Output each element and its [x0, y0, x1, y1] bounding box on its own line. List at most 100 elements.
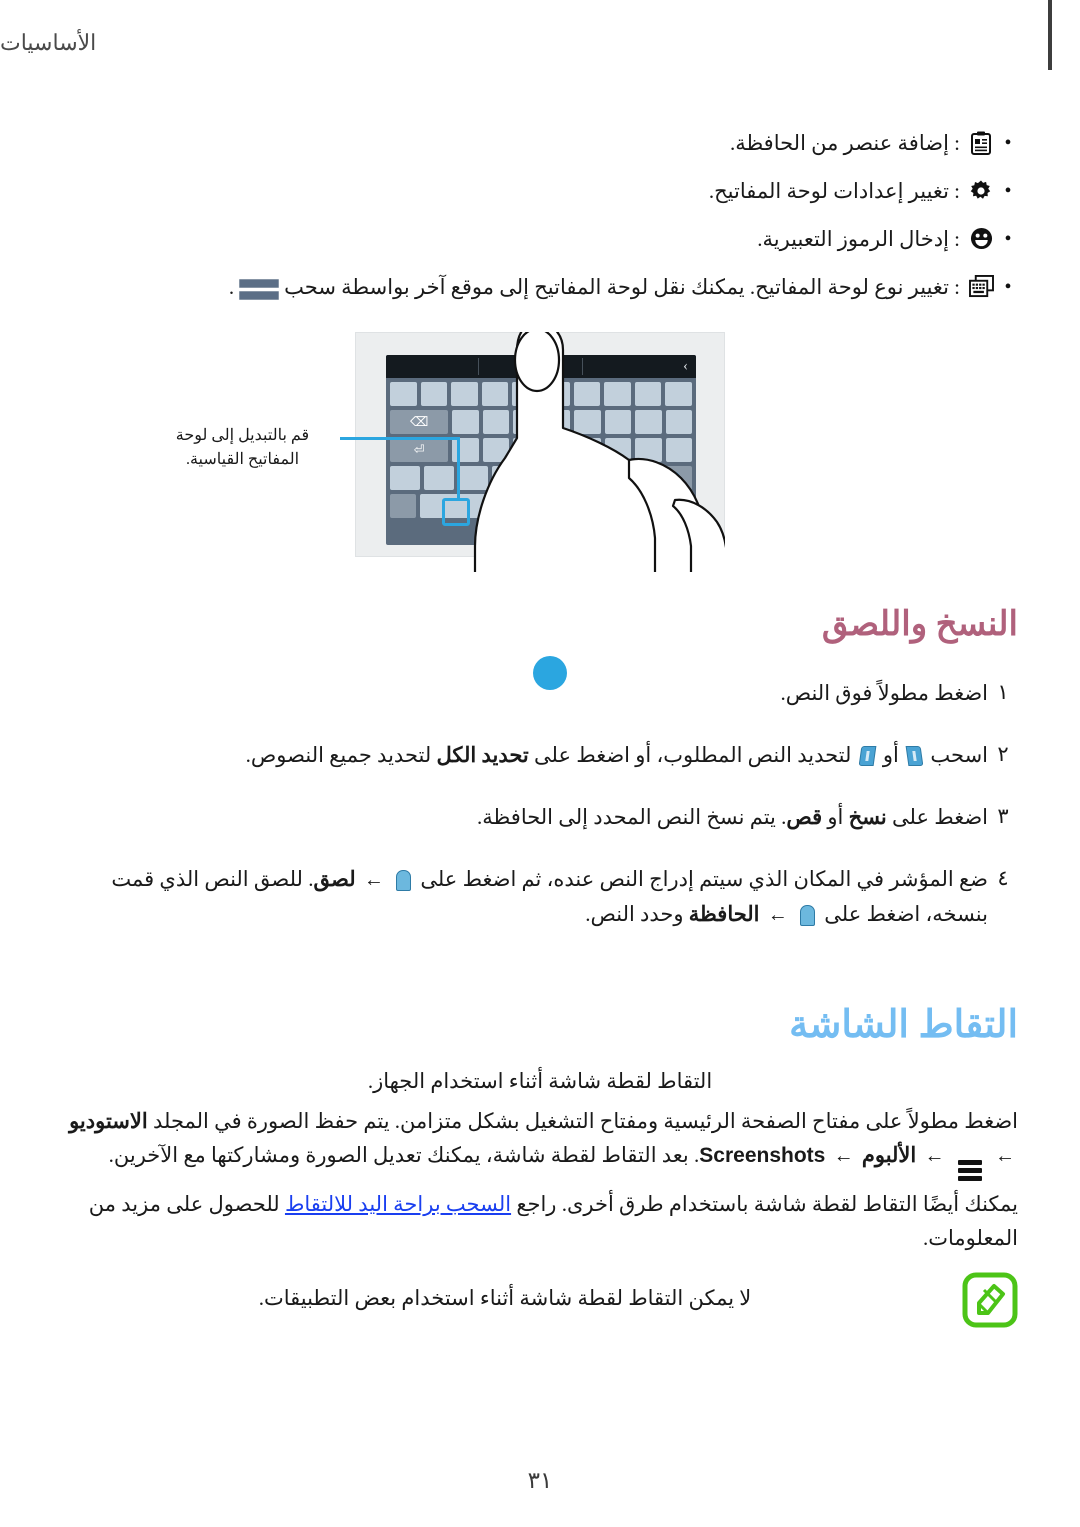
enter-icon: ⏎	[413, 442, 425, 457]
key	[543, 438, 571, 462]
step-text: اضغط على نسخ أو قص. يتم نسخ النص المحدد …	[70, 800, 988, 834]
key	[636, 494, 663, 518]
keyboard-type-key-highlight	[442, 498, 470, 526]
step-text: ضع المؤشر في المكان الذي سيتم إدراج النص…	[70, 862, 988, 932]
keyboard-type-key: ⌨	[606, 494, 633, 518]
gear-icon	[966, 176, 996, 203]
step-text-part: أو	[882, 743, 899, 767]
note-callout: لا يمكن التقاط لقطة شاشة أثناء استخدام ب…	[62, 1272, 1018, 1328]
shift-arrow-icon: ⬆	[671, 470, 683, 485]
manual-page: الأساسيات • : إضافة عنصر من الحافظة. •:…	[0, 0, 1080, 1527]
list-item-label: : تغيير نوع لوحة المفاتيح. يمكنك نقل لوح…	[80, 272, 960, 303]
instruction-text-part: اضغط مطولاً على مفتاح الصفحة الرئيسية وم…	[152, 1109, 1018, 1133]
arrow-icon: ←	[833, 1145, 854, 1167]
paste-label: لصق	[313, 867, 356, 891]
key	[594, 466, 624, 490]
screen-capture-intro: التقاط لقطة شاشة أثناء استخدام الجهاز.	[367, 1069, 713, 1093]
heading-screen-capture: التقاط الشاشة	[789, 1004, 1018, 1046]
key	[574, 438, 601, 462]
onscreen-keyboard: › ⌫ ⏎ ⬆ ⌨	[386, 355, 696, 545]
key	[526, 466, 556, 490]
selection-handle-right-icon	[905, 746, 924, 766]
key	[604, 438, 632, 462]
list-item-text-after: .	[228, 275, 235, 299]
arrow-icon: ←	[363, 869, 384, 891]
cursor-pin-icon	[800, 905, 816, 926]
key	[665, 410, 692, 434]
suggestion-bar: ›	[386, 355, 696, 378]
key	[666, 494, 692, 518]
key	[482, 410, 510, 434]
note-pencil-icon	[962, 1272, 1018, 1328]
backspace-icon: ⌫	[409, 414, 429, 429]
key	[635, 410, 662, 434]
key	[574, 410, 601, 434]
emoji-icon	[966, 224, 996, 250]
key-row: ⌫	[386, 406, 696, 434]
step-text-part: ضع المؤشر في المكان الذي سيتم إدراج النص…	[420, 867, 988, 891]
key	[604, 382, 631, 406]
key-row	[386, 378, 696, 406]
album-label: الألبوم	[861, 1143, 917, 1167]
key-rows: ⌫ ⏎ ⬆ ⌨	[386, 378, 696, 518]
cursor-pin-icon	[396, 870, 412, 891]
key-row: ⬆	[386, 462, 696, 490]
arrow-icon: ←	[767, 904, 788, 926]
screen-capture-body: التقاط لقطة شاشة أثناء استخدام الجهاز. ا…	[0, 1064, 1080, 1261]
key	[452, 410, 479, 434]
screenshots-folder-label: Screenshots	[699, 1144, 826, 1167]
list-item-label: : إدخال الرموز التعبيرية.	[757, 227, 960, 251]
list-item: • : تغيير نوع لوحة المفاتيح. يمكنك نقل ل…	[80, 272, 1018, 303]
callout-connector-horizontal	[340, 437, 460, 440]
list-item: ١ اضغط مطولاً فوق النص.	[70, 676, 1018, 710]
chevron-right-icon: ›	[683, 358, 688, 374]
key	[628, 466, 658, 490]
heading-copy-paste: النسخ واللصق	[821, 606, 1018, 643]
bullet-marker: •	[1004, 132, 1012, 154]
list-item-label: : تغيير إعدادات لوحة المفاتيح.	[708, 179, 960, 203]
keyboard-type-icon: ⌨	[610, 498, 630, 513]
step-text-part: وحدد النص.	[585, 902, 684, 926]
key	[420, 382, 448, 406]
keyboard-icon	[966, 272, 996, 298]
key	[604, 410, 632, 434]
key	[513, 410, 540, 434]
key	[665, 382, 692, 406]
enter-key: ⏎	[390, 438, 449, 462]
bullet-marker: •	[1004, 180, 1012, 202]
list-item-text-before: : تغيير نوع لوحة المفاتيح. يمكنك نقل لوح…	[284, 275, 960, 299]
step-text-part: لتحديد النص المطلوب، أو اضغط على	[534, 743, 852, 767]
note-text: لا يمكن التقاط لقطة شاشة أثناء استخدام ب…	[258, 1286, 752, 1310]
key	[543, 382, 570, 406]
select-all-label: تحديد الكل	[436, 743, 529, 767]
page-edge-tab-icon	[1048, 0, 1052, 70]
step-text: اضغط مطولاً فوق النص.	[70, 676, 988, 710]
key	[390, 382, 417, 406]
key	[482, 438, 510, 462]
palm-swipe-capture-link[interactable]: السحب براحة اليد للالتقاط	[285, 1192, 511, 1216]
drag-handle-icon	[239, 278, 280, 300]
step-text-part: أو	[827, 805, 844, 829]
cut-label: قص	[786, 805, 823, 829]
clipboard-icon	[966, 128, 996, 155]
key-row: ⌨	[386, 490, 696, 518]
instruction-text-part: . بعد التقاط لقطة شاشة، يمكنك تعديل الصو…	[108, 1143, 700, 1167]
list-item: • : إضافة عنصر من الحافظة.	[80, 128, 1018, 159]
list-item: ٤ ضع المؤشر في المكان الذي سيتم إدراج ال…	[70, 862, 1018, 932]
copy-label: نسخ	[848, 805, 887, 829]
step-number: ٣	[997, 804, 1009, 828]
key	[543, 410, 571, 434]
key	[424, 466, 454, 490]
key	[458, 466, 488, 490]
callout-label: قم بالتبديل إلى لوحة المفاتيح القياسية.	[175, 427, 310, 468]
key	[513, 438, 540, 462]
step-text-part: اضغط مطولاً فوق النص.	[780, 681, 988, 705]
bullet-marker: •	[1004, 228, 1012, 250]
step-text-part: اسحب	[930, 743, 988, 767]
bullet-marker: •	[1004, 276, 1012, 298]
key	[560, 466, 590, 490]
selection-handle-left-icon	[858, 746, 877, 766]
callout-connector-vertical	[457, 437, 460, 499]
running-header: الأساسيات	[0, 30, 1080, 82]
alt-method-text-part: يمكنك أيضًا التقاط لقطة شاشة باستخدام طر…	[516, 1192, 1018, 1216]
